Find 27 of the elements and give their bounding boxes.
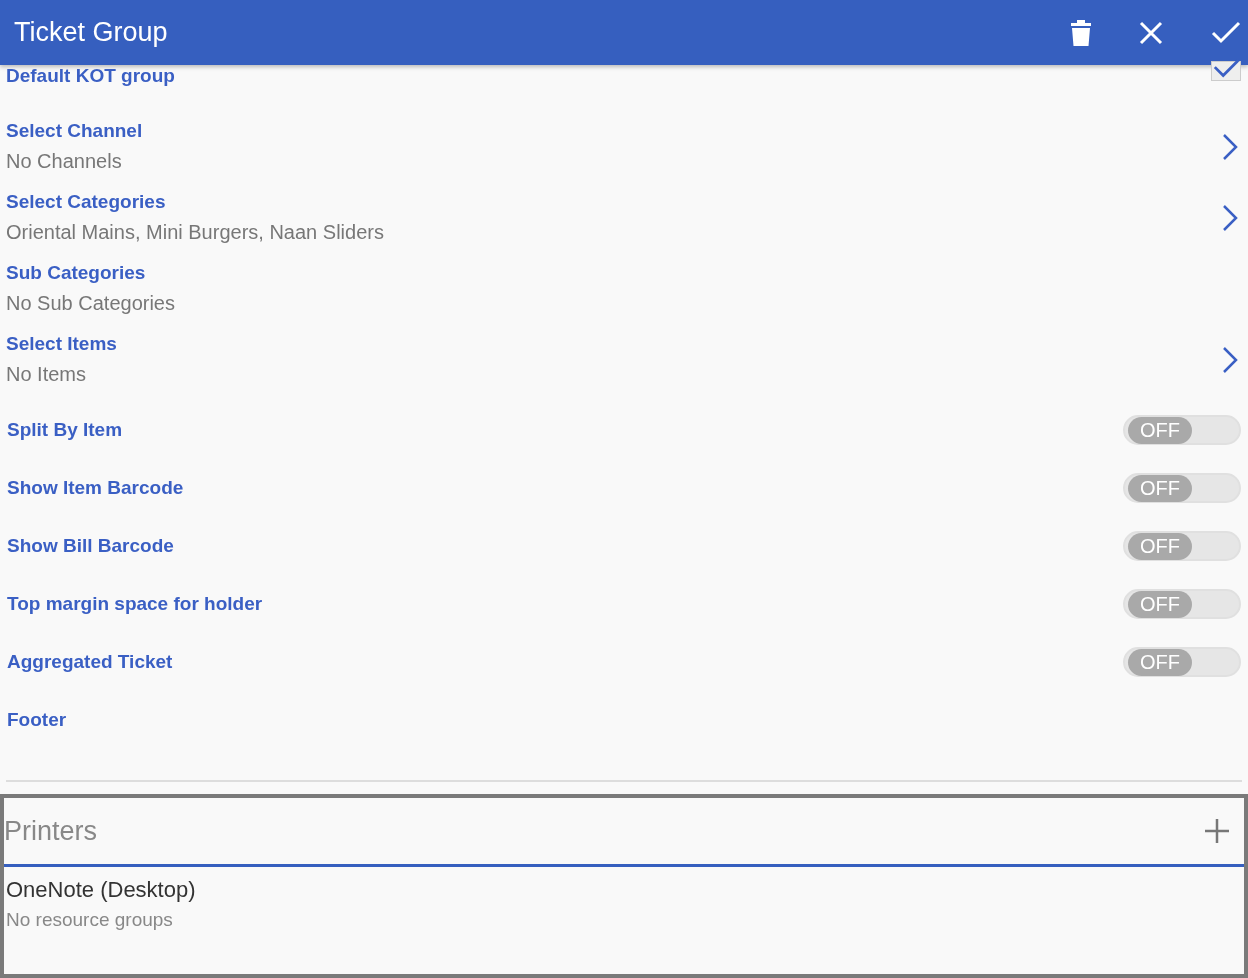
section-title: Printers [4,815,98,847]
setting-label: Aggregated Ticket [7,651,173,673]
chevron-right-icon[interactable] [1222,203,1238,232]
setting-label: Top margin space for holder [7,593,263,615]
setting-label[interactable]: Select Items [6,333,117,355]
setting-label[interactable]: Select Channel [6,120,143,142]
setting-value: No Sub Categories [6,292,175,315]
setting-label: Footer [7,709,67,731]
setting-label: Show Bill Barcode [7,535,174,557]
printer-name[interactable]: OneNote (Desktop) [6,877,1242,903]
setting-value: Oriental Mains, Mini Burgers, Naan Sliders [6,221,384,244]
checkbox[interactable] [1211,61,1241,81]
setting-value: No Items [6,363,88,386]
setting-label: Split By Item [7,419,123,441]
chevron-right-icon[interactable] [1222,132,1238,161]
printer-detail: No resource groups [6,909,174,931]
close-icon[interactable] [1139,20,1163,45]
setting-label: Default KOT group [6,65,175,87]
check-icon[interactable] [1211,20,1241,45]
setting-label: Show Item Barcode [7,477,184,499]
chevron-right-icon[interactable] [1222,345,1238,374]
trash-icon[interactable] [1071,19,1091,46]
setting-label[interactable]: Select Categories [6,191,384,213]
window-title: Ticket Group [14,17,168,48]
setting-value: No Channels [6,150,123,173]
setting-label[interactable]: Sub Categories [6,262,175,284]
plus-icon[interactable] [1204,818,1230,844]
